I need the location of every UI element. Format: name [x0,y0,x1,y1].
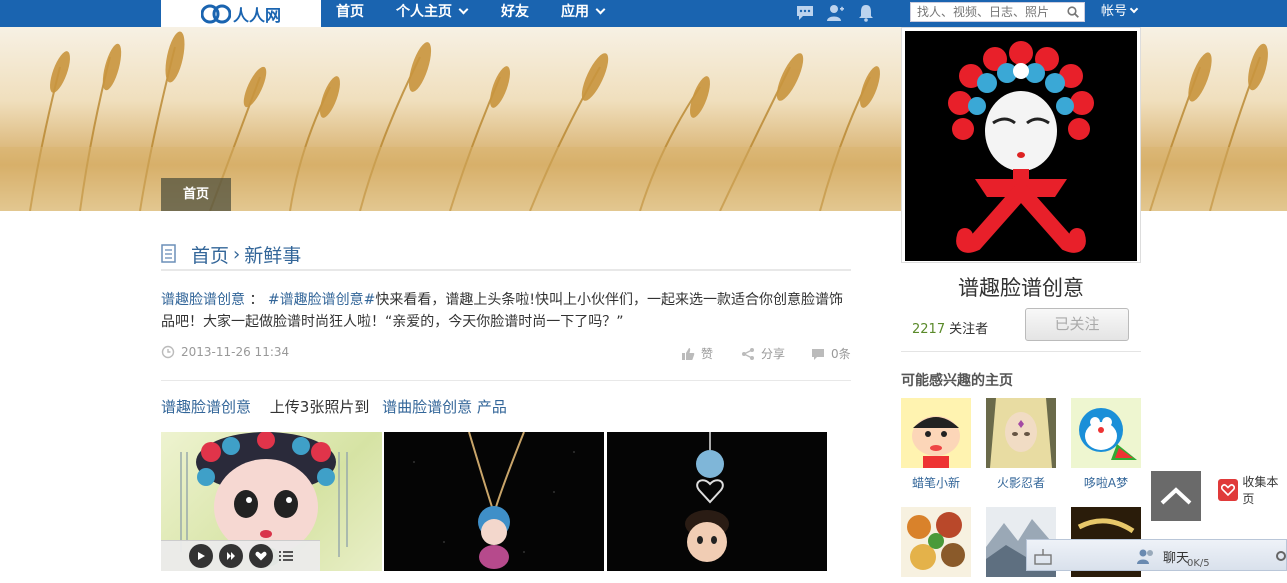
nav-apps[interactable]: 应用 [561,0,606,27]
share-button[interactable]: 分享 [741,345,785,362]
follower-count-value: 2217 [912,322,946,337]
recommend-item[interactable]: 火影忍者 [986,398,1056,491]
logo-text: 人人网 [232,5,281,25]
friend-request-icon[interactable] [825,4,845,22]
breadcrumb: 首页 › 新鲜事 [161,239,851,271]
notification-bell-icon[interactable] [856,4,876,22]
necklace-pendant-image [413,432,575,569]
breadcrumb-current: 新鲜事 [244,244,302,267]
site-logo[interactable]: 人人网 [161,0,321,27]
account-menu[interactable]: 帐号 [1101,0,1139,27]
cake-icon[interactable] [1033,540,1053,572]
photo-2[interactable] [384,432,604,571]
nav-profile[interactable]: 个人主页 [396,0,469,27]
share-icon [742,347,754,360]
follow-button[interactable]: 已关注 [1025,308,1129,341]
collect-page-button[interactable]: 收集本页 [1218,475,1287,506]
photo-3[interactable] [607,432,827,571]
feed-post: 谱趣脸谱创意 ： #谱趣脸谱创意#快来看看，谱趣上头条啦!快叫上小伙伴们，一起来… [161,289,851,333]
breadcrumb-separator: › [233,243,241,265]
like-button[interactable]: 赞 [681,345,713,362]
recommend-title: 可能感兴趣的主页 [901,373,1013,389]
feed-divider [161,380,851,381]
naruto-tsunade-avatar [986,398,1056,468]
search-input[interactable] [911,3,1061,21]
breadcrumb-home[interactable]: 首页 [191,241,229,268]
people-icon [1137,549,1153,564]
recommend-item[interactable]: 哆啦A梦 [1071,398,1141,491]
chat-button[interactable]: 聊天 [1137,540,1189,572]
opera-mask-logo-image [905,31,1137,261]
charm-doll-image [685,432,729,562]
post-author-link[interactable]: 谱趣脸谱创意 [161,292,245,308]
chevron-down-icon [458,4,469,15]
nav-home[interactable]: 首页 [336,0,364,27]
top-navbar: 人人网 首页 个人主页 好友 应用 帐号 [0,0,1287,27]
post-text: 快来看看，谱趣上头条啦!快叫上小伙伴们，一起来选一款适合你创意脸谱饰品吧！大家一… [161,292,843,330]
upload-album-link[interactable]: 谱曲脸谱创意 产品 [382,398,507,416]
upload-activity: 谱趣脸谱创意 上传3张照片到 谱曲脸谱创意 产品 [161,396,513,417]
upload-action-text: 上传3张照片到 [269,398,370,416]
follower-label: 关注者 [949,322,989,337]
thumbs-up-icon [682,347,695,360]
post-separator: ： [245,292,264,308]
media-player-bar [161,540,320,571]
search-box [910,2,1085,22]
comment-icon [812,348,824,360]
chevron-down-icon [595,4,606,15]
upload-author-link[interactable]: 谱趣脸谱创意 [161,398,251,416]
post-meta: 2013-11-26 11:34 赞 分享 0条 [161,345,851,365]
collect-label: 收集本页 [1242,475,1279,506]
crayon-shinchan-avatar [901,398,971,468]
comment-button[interactable]: 0条 [811,345,851,362]
heart-icon [255,551,267,561]
recommend-item[interactable]: 蜡笔小新 [901,398,971,491]
logo-icon [200,4,231,23]
search-icon[interactable] [1067,6,1079,18]
document-icon [161,244,176,263]
post-date: 2013-11-26 11:34 [161,345,289,359]
sidebar-divider [901,351,1141,352]
chevron-down-icon [1129,4,1139,14]
play-button[interactable] [189,544,213,568]
tab-home[interactable]: 首页 [161,178,231,211]
chat-label: 聊天 [1163,550,1190,566]
chat-status: 0K/5 [1187,557,1210,569]
food-avatar [901,507,971,577]
favorite-button[interactable] [249,544,273,568]
list-icon[interactable] [279,550,293,562]
nav-friends[interactable]: 好友 [501,0,529,27]
profile-name: 谱趣脸谱创意 [958,276,1084,300]
clock-icon [161,345,175,359]
message-icon[interactable] [795,4,815,22]
chat-bar: 聊天 0K/5 [1026,539,1287,571]
post-date-text: 2013-11-26 11:34 [181,345,290,359]
profile-avatar[interactable] [901,27,1141,263]
chevron-up-icon [1160,487,1192,505]
recommend-item[interactable] [901,507,971,583]
post-hashtag-link[interactable]: #谱趣脸谱创意# [268,292,375,308]
play-icon [198,552,205,560]
skip-forward-icon [227,552,235,560]
gear-icon[interactable] [1275,540,1287,572]
next-button[interactable] [219,544,243,568]
doraemon-avatar [1071,398,1141,468]
collect-heart-icon [1218,479,1239,501]
follower-count[interactable]: 2217 关注者 [912,318,988,337]
back-to-top-button[interactable] [1151,471,1201,521]
